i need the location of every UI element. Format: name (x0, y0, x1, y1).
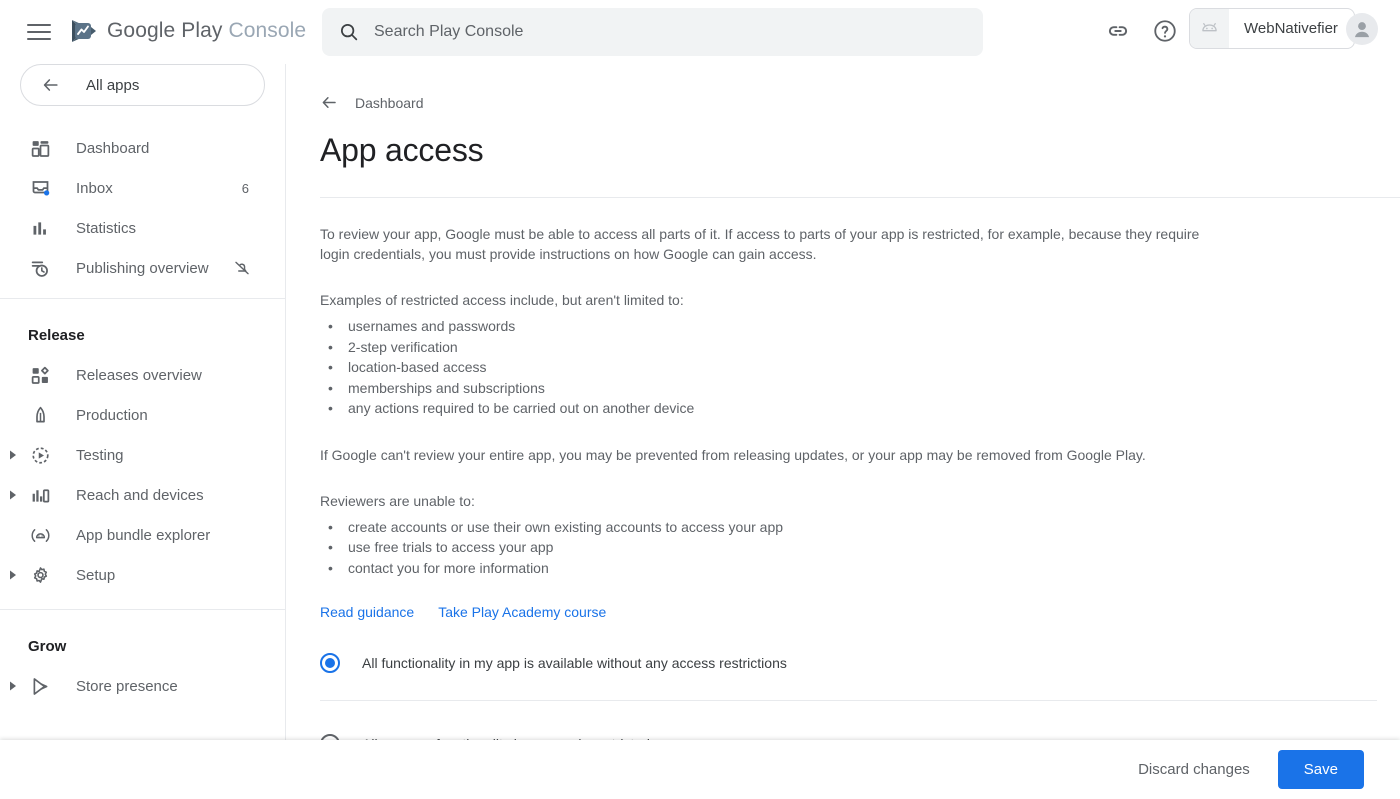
main-content: Dashboard App access To review your app,… (286, 64, 1400, 740)
chevron-right-icon[interactable] (8, 450, 18, 460)
play-store-icon (28, 674, 52, 698)
discard-changes-button[interactable]: Discard changes (1130, 751, 1258, 788)
radio-label: All functionality in my app is available… (362, 655, 787, 671)
list-item: create accounts or use their own existin… (320, 517, 1220, 538)
sidebar-item-inbox[interactable]: Inbox 6 (0, 168, 285, 208)
sidebar-section-grow-title: Grow (28, 637, 67, 655)
intro-paragraph: To review your app, Google must be able … (320, 226, 1200, 262)
reviewers-list: create accounts or use their own existin… (320, 517, 1220, 579)
account-avatar[interactable] (1346, 13, 1378, 45)
read-guidance-link[interactable]: Read guidance (320, 604, 414, 620)
sidebar-label: Statistics (76, 219, 137, 237)
bar-chart-icon (28, 216, 52, 240)
arrow-left-icon (43, 79, 58, 91)
sidebar-section-release-title: Release (28, 326, 85, 344)
sidebar-item-setup[interactable]: Setup (0, 555, 285, 595)
publishing-clock-icon (28, 256, 52, 280)
breadcrumb[interactable]: Dashboard (320, 93, 424, 112)
production-rocket-icon (28, 403, 52, 427)
sidebar-label: Store presence (76, 677, 178, 695)
sidebar-item-store-presence[interactable]: Store presence (0, 666, 285, 706)
android-head-icon (1202, 22, 1217, 32)
sidebar-item-app-bundle-explorer[interactable]: App bundle explorer (0, 515, 285, 555)
sidebar-item-reach-and-devices[interactable]: Reach and devices (0, 475, 285, 515)
reviewers-heading: Reviewers are unable to: (320, 492, 475, 509)
radio-divider (320, 700, 1377, 701)
list-item: use free trials to access your app (320, 537, 1220, 558)
sidebar-item-publishing-overview[interactable]: Publishing overview (0, 248, 285, 288)
link-icon[interactable] (1105, 18, 1131, 44)
list-item: location-based access (320, 357, 1220, 378)
guidance-links: Read guidance Take Play Academy course (320, 604, 1220, 620)
sidebar-label: Testing (76, 446, 124, 464)
sidebar-label: Inbox (76, 179, 113, 197)
sidebar-label: Setup (76, 566, 116, 584)
chevron-right-icon[interactable] (8, 570, 18, 580)
avatar-person-icon (1354, 22, 1370, 38)
dashboard-grid-icon (28, 136, 52, 160)
sidebar-item-dashboard[interactable]: Dashboard (0, 128, 285, 168)
list-item: any actions required to be carried out o… (320, 398, 1220, 419)
notifications-off-icon[interactable] (233, 259, 251, 277)
search-icon (340, 23, 358, 41)
sidebar-item-testing[interactable]: Testing (0, 435, 285, 475)
sidebar-item-production[interactable]: Production (0, 395, 285, 435)
all-apps-button[interactable]: All apps (20, 64, 265, 106)
examples-heading: Examples of restricted access include, b… (320, 292, 684, 308)
search-bar[interactable] (322, 8, 983, 56)
logo-secondary-text: Console (228, 19, 307, 42)
logo-primary-text: Google Play (107, 19, 223, 42)
inbox-icon (28, 176, 52, 200)
play-academy-link[interactable]: Take Play Academy course (438, 604, 606, 620)
arrow-left-icon (322, 96, 336, 109)
all-apps-label: All apps (86, 76, 140, 94)
play-console-logo[interactable]: Google Play Console (68, 16, 306, 46)
sidebar-label: Dashboard (76, 139, 150, 157)
list-item: 2-step verification (320, 337, 1220, 358)
app-bundle-android-icon (28, 523, 52, 547)
reach-devices-icon (28, 483, 52, 507)
gear-icon (28, 563, 52, 587)
search-input[interactable] (374, 23, 967, 41)
radio-button-selected[interactable] (320, 653, 340, 673)
sidebar-item-releases-overview[interactable]: Releases overview (0, 355, 285, 395)
app-chip-label: WebNativefier (1244, 20, 1338, 37)
chevron-right-icon[interactable] (8, 681, 18, 691)
radio-option-unrestricted[interactable]: All functionality in my app is available… (320, 646, 1220, 680)
page-title: App access (320, 132, 484, 168)
android-app-icon (1190, 9, 1229, 48)
sidebar-item-statistics[interactable]: Statistics (0, 208, 285, 248)
sidebar-label: Publishing overview (76, 259, 209, 277)
list-item: memberships and subscriptions (320, 378, 1220, 399)
action-bar: Discard changes Save (0, 740, 1400, 799)
play-console-page: Google Play Console Search Play Console … (0, 0, 1400, 799)
releases-overview-icon (28, 363, 52, 387)
testing-play-circle-icon (28, 443, 52, 467)
top-header: Google Play Console Search Play Console … (0, 0, 1400, 64)
logo-text: Google Play Console (107, 19, 306, 43)
sidebar-label: App bundle explorer (76, 526, 211, 544)
list-item: contact you for more information (320, 558, 1220, 579)
hamburger-menu-icon[interactable] (27, 19, 53, 45)
breadcrumb-label: Dashboard (355, 94, 424, 111)
examples-list: usernames and passwords 2-step verificat… (320, 316, 1220, 419)
warning-paragraph: If Google can't review your entire app, … (320, 446, 1146, 463)
list-item: usernames and passwords (320, 316, 1220, 337)
app-selector-chip[interactable]: WebNativefier (1189, 8, 1355, 49)
chevron-right-icon[interactable] (8, 490, 18, 500)
help-circle-icon[interactable] (1152, 18, 1178, 44)
save-button[interactable]: Save (1277, 750, 1364, 789)
sidebar-label: Production (76, 406, 148, 424)
content-body: To review your app, Google must be able … (320, 224, 1377, 740)
google-play-logo-icon (72, 20, 96, 42)
title-divider (320, 197, 1400, 198)
inbox-unread-count: 6 (241, 180, 249, 196)
sidebar-nav: All apps Dashboard Inbox 6 Statistics Pu… (0, 64, 286, 740)
radio-option-restricted[interactable]: All or some functionality in my app is r… (320, 727, 1220, 740)
sidebar-label: Reach and devices (76, 486, 204, 504)
sidebar-label: Releases overview (76, 366, 202, 384)
